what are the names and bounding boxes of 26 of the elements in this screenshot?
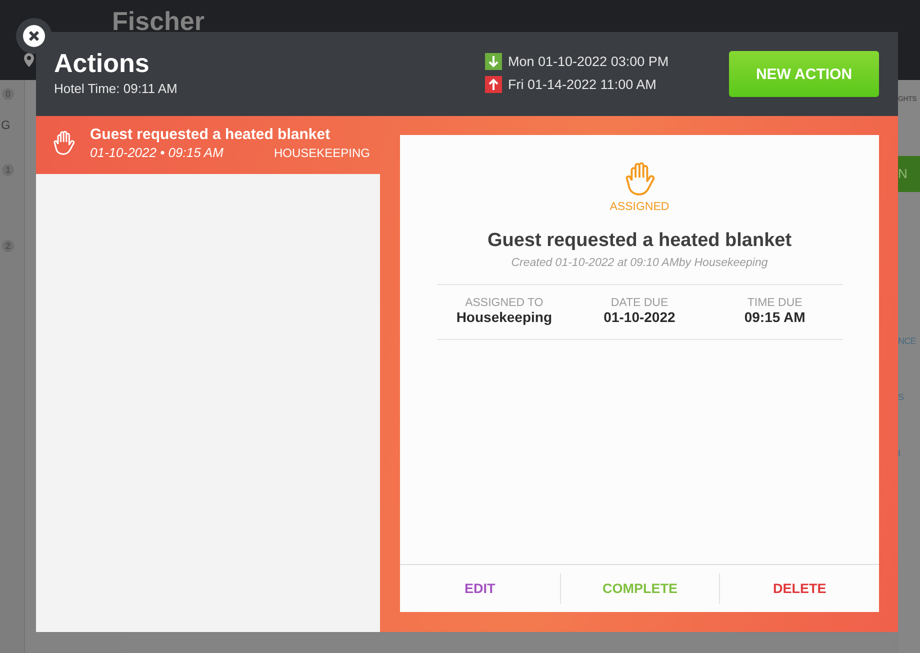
hand-icon	[52, 130, 76, 156]
field-label: ASSIGNED TO	[465, 297, 544, 309]
field-value: 09:15 AM	[744, 309, 806, 325]
close-icon	[23, 25, 45, 47]
modal-title: Actions	[54, 48, 150, 78]
complete-button[interactable]: COMPLETE	[560, 573, 720, 604]
field-label: DATE DUE	[610, 297, 668, 309]
sidebar-label: G	[1, 118, 10, 132]
field-label: TIME DUE	[747, 297, 802, 309]
hotel-time: Hotel Time: 09:11 AM	[54, 81, 178, 96]
created-note: Created 01-10-2022 at 09:10 AMby Housekeeping	[511, 257, 768, 269]
stay-date: Fri 01-14-2022 11:00 AM	[508, 77, 656, 92]
action-department: HOUSEKEEPING	[274, 146, 370, 160]
delete-button[interactable]: DELETE	[719, 573, 879, 604]
location-pin-icon	[24, 53, 34, 67]
edit-button[interactable]: EDIT	[400, 573, 560, 604]
action-list-item[interactable]: Guest requested a heated blanket 01-10-2022 • 09:15 AM HOUSEKEEPING	[36, 116, 380, 174]
new-action-button[interactable]: NEW ACTION	[729, 51, 879, 97]
field-value: 01-10-2022	[604, 309, 676, 325]
stay-date: Mon 01-10-2022 03:00 PM	[508, 54, 669, 69]
status-label: ASSIGNED	[610, 201, 670, 213]
action-detail-title: Guest requested a heated blanket	[487, 230, 792, 252]
action-due: 01-10-2022 • 09:15 AM	[90, 145, 224, 160]
action-title: Guest requested a heated blanket	[90, 126, 332, 143]
guest-name: Fischer	[112, 6, 204, 37]
field-value: Housekeeping	[456, 309, 552, 325]
